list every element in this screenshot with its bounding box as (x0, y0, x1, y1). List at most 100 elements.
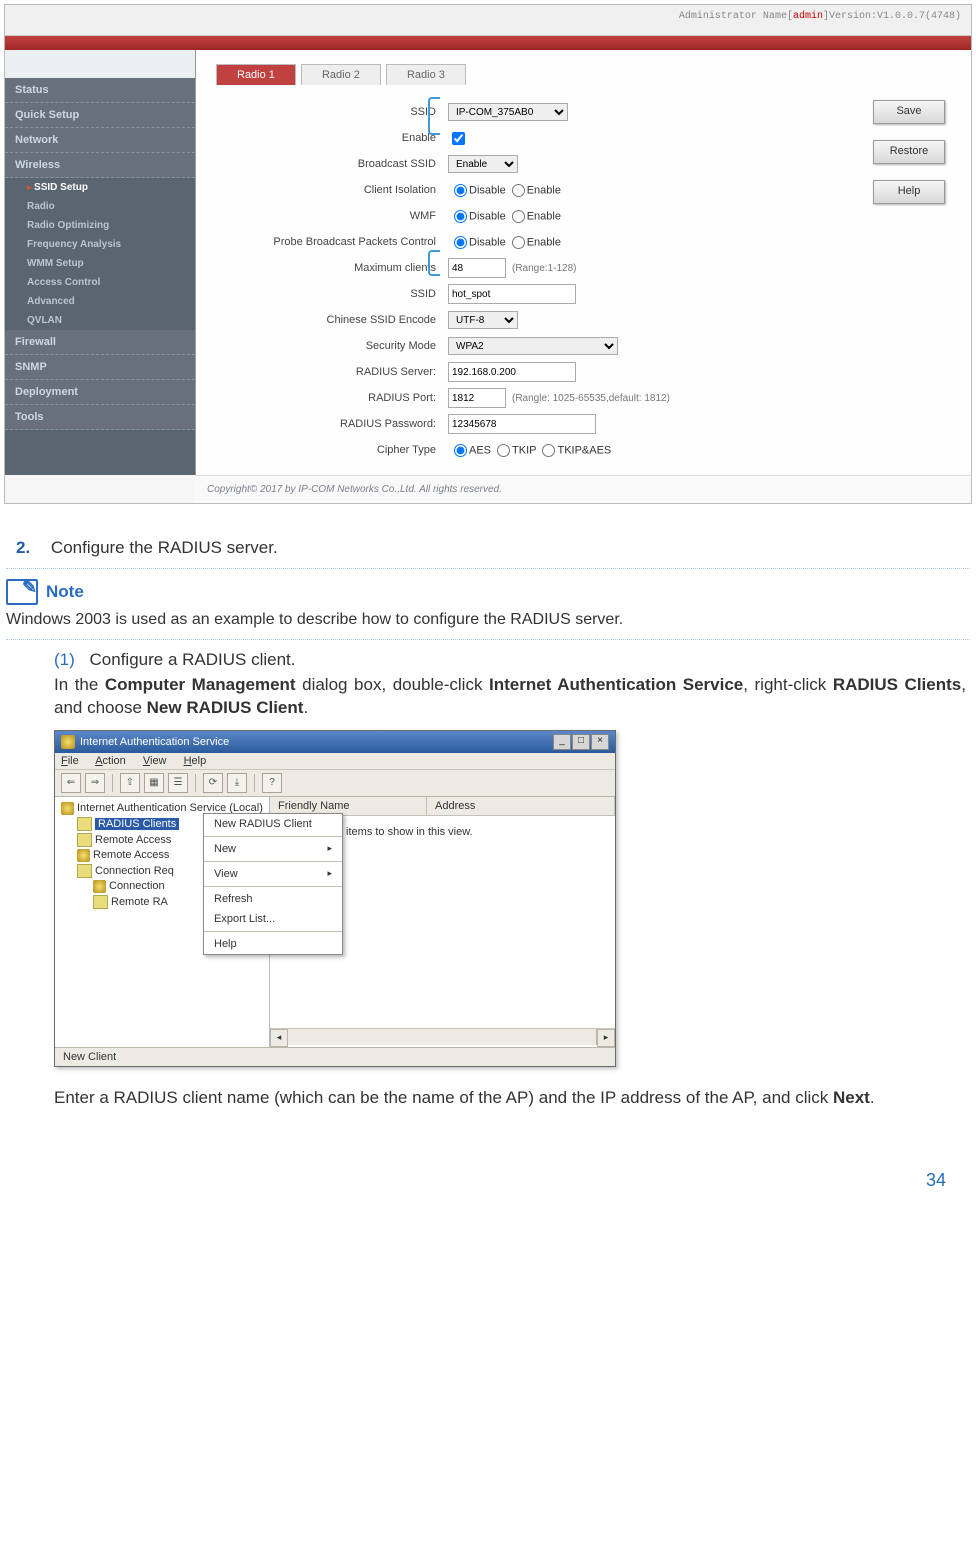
ias-menubar: File Action View Help (55, 753, 615, 770)
ssid2-input[interactable] (448, 284, 576, 304)
wmf-enable[interactable] (512, 210, 525, 223)
tab-radio-3[interactable]: Radio 3 (386, 64, 466, 85)
toolbar-up-icon[interactable]: ⇧ (120, 773, 140, 793)
minimize-icon[interactable]: _ (553, 734, 571, 750)
sidebar-network[interactable]: Network (5, 128, 195, 153)
cipher-tkip[interactable] (497, 444, 510, 457)
toolbar-forward-icon[interactable]: ⇒ (85, 773, 105, 793)
para-1: In the Computer Management dialog box, d… (54, 674, 966, 720)
cipher-aes[interactable] (454, 444, 467, 457)
ctx-refresh[interactable]: Refresh (204, 889, 342, 909)
toolbar-back-icon[interactable]: ⇐ (61, 773, 81, 793)
probe-disable[interactable] (454, 236, 467, 249)
maximize-icon[interactable]: □ (572, 734, 590, 750)
sidebar-status[interactable]: Status (5, 78, 195, 103)
col-address[interactable]: Address (427, 797, 615, 815)
radius-port-input[interactable] (448, 388, 506, 408)
router-redbar (5, 36, 971, 50)
cipher-both[interactable] (542, 444, 555, 457)
sidebar-wireless[interactable]: Wireless (5, 153, 195, 178)
sidebar-firewall[interactable]: Firewall (5, 330, 195, 355)
broadcast-label: Broadcast SSID (216, 158, 448, 170)
admin-prefix: Administrator Name[ (679, 11, 793, 22)
note-body: Windows 2003 is used as an example to de… (6, 611, 966, 629)
note-heading: Note (6, 579, 970, 605)
ctx-new-radius-client[interactable]: New RADIUS Client (204, 814, 342, 834)
sidebar-ssid-setup[interactable]: SSID Setup (5, 178, 195, 197)
enable-label: Enable (216, 132, 448, 144)
sidebar-radio[interactable]: Radio (5, 197, 195, 216)
isolation-enable-label: Enable (527, 184, 561, 196)
scroll-left-icon[interactable]: ◂ (270, 1029, 288, 1047)
wmf-disable[interactable] (454, 210, 467, 223)
ctx-help[interactable]: Help (204, 934, 342, 954)
para-2: Enter a RADIUS client name (which can be… (54, 1087, 966, 1110)
sidebar-access-control[interactable]: Access Control (5, 273, 195, 292)
help-button[interactable]: Help (873, 180, 945, 204)
tab-radio-1[interactable]: Radio 1 (216, 64, 296, 85)
save-button[interactable]: Save (873, 100, 945, 124)
isolation-enable[interactable] (512, 184, 525, 197)
ctx-new[interactable]: New (204, 839, 342, 859)
ctx-export-list[interactable]: Export List... (204, 909, 342, 929)
callout-bracket-2 (428, 250, 440, 276)
probe-enable[interactable] (512, 236, 525, 249)
page-number: 34 (0, 1170, 946, 1191)
cipher-aes-label: AES (469, 444, 491, 456)
sidebar-frequency-analysis[interactable]: Frequency Analysis (5, 235, 195, 254)
sidebar-advanced[interactable]: Advanced (5, 292, 195, 311)
ctx-view[interactable]: View (204, 864, 342, 884)
cipher-both-label: TKIP&AES (557, 444, 611, 456)
isolation-disable[interactable] (454, 184, 467, 197)
radius-server-input[interactable] (448, 362, 576, 382)
maxclients-input[interactable] (448, 258, 506, 278)
menu-help[interactable]: Help (184, 755, 207, 767)
note-icon (6, 579, 38, 605)
sidebar-wmm-setup[interactable]: WMM Setup (5, 254, 195, 273)
ias-title-text: Internet Authentication Service (80, 736, 229, 748)
ias-toolbar: ⇐ ⇒ ⇧ ▦ ☰ ⟳ ⤓ ? (55, 770, 615, 797)
ias-titlebar: Internet Authentication Service _□× (55, 731, 615, 753)
router-sidebar: Status Quick Setup Network Wireless SSID… (5, 50, 196, 475)
restore-button[interactable]: Restore (873, 140, 945, 164)
sidebar-deployment[interactable]: Deployment (5, 380, 195, 405)
menu-action[interactable]: Action (95, 755, 126, 767)
toolbar-refresh-icon[interactable]: ⟳ (203, 773, 223, 793)
toolbar-properties-icon[interactable]: ☰ (168, 773, 188, 793)
sidebar-snmp[interactable]: SNMP (5, 355, 195, 380)
sidebar-radio-optimizing[interactable]: Radio Optimizing (5, 216, 195, 235)
toolbar-list-icon[interactable]: ▦ (144, 773, 164, 793)
security-select[interactable]: WPA2 (448, 337, 618, 355)
menu-view[interactable]: View (143, 755, 167, 767)
sidebar-qvlan[interactable]: QVLAN (5, 311, 195, 330)
note-label: Note (46, 582, 84, 602)
probe-disable-label: Disable (469, 236, 506, 248)
radius-pass-input[interactable] (448, 414, 596, 434)
toolbar-export-icon[interactable]: ⤓ (227, 773, 247, 793)
ias-window-controls: _□× (552, 734, 609, 750)
admin-name: admin (793, 11, 823, 22)
ias-window: Internet Authentication Service _□× File… (54, 730, 616, 1067)
cipher-tkip-label: TKIP (512, 444, 536, 456)
toolbar-help-icon[interactable]: ? (262, 773, 282, 793)
scroll-track[interactable] (288, 1029, 597, 1045)
divider-top (6, 568, 970, 569)
sidebar-tools[interactable]: Tools (5, 405, 195, 430)
broadcast-select[interactable]: Enable (448, 155, 518, 173)
step-2-number: 2. (16, 538, 30, 557)
enable-checkbox[interactable] (452, 132, 465, 145)
ias-statusbar: New Client (55, 1047, 615, 1066)
admin-suffix: ]Version:V1.0.0.7(4748) (823, 11, 961, 22)
scroll-right-icon[interactable]: ▸ (597, 1029, 615, 1047)
encode-select[interactable]: UTF-8 (448, 311, 518, 329)
tab-radio-2[interactable]: Radio 2 (301, 64, 381, 85)
ssid-dropdown[interactable]: IP-COM_375AB0 (448, 103, 568, 121)
step-2: 2. Configure the RADIUS server. (16, 538, 960, 558)
sidebar-quick-setup[interactable]: Quick Setup (5, 103, 195, 128)
router-screenshot: Administrator Name[admin]Version:V1.0.0.… (4, 4, 972, 504)
probe-label: Probe Broadcast Packets Control (216, 236, 448, 248)
close-icon[interactable]: × (591, 734, 609, 750)
probe-enable-label: Enable (527, 236, 561, 248)
service-icon (61, 802, 74, 815)
menu-file[interactable]: File (61, 755, 79, 767)
